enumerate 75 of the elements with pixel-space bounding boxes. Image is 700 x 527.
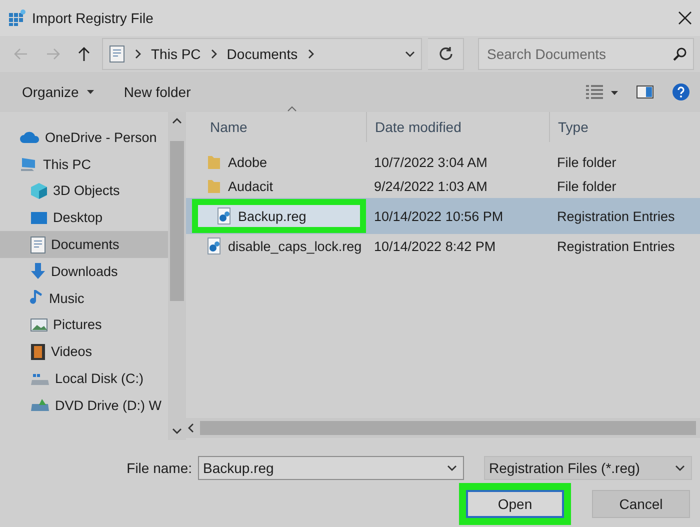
caret-icon [86, 90, 94, 94]
file-row[interactable]: Audacit 9/24/2022 1:03 AM File folder [186, 174, 700, 198]
organize-button[interactable]: Organize [22, 82, 94, 102]
sidebar-item[interactable]: Local Disk (C:) [0, 365, 168, 392]
cancel-button[interactable]: Cancel [592, 490, 690, 518]
sidebar-item[interactable]: Pictures [0, 312, 168, 338]
date-cell-text: 10/14/2022 10:56 PM [373, 208, 504, 224]
document-icon [109, 45, 125, 63]
picture-icon [30, 318, 48, 332]
dropdown-icon [405, 49, 415, 59]
column-header[interactable]: Name [186, 119, 366, 135]
breadcrumb-item[interactable]: Documents [226, 46, 298, 62]
sidebar-item[interactable]: DVD Drive (D:) W [0, 392, 168, 419]
file-row[interactable]: Backup.reg 10/14/2022 10:56 PM Registration Entries [186, 198, 700, 234]
type-cell-text: File folder [556, 154, 618, 170]
dropdown-icon [675, 463, 685, 473]
date-cell-text: 10/7/2022 3:04 AM [373, 154, 488, 170]
file-name: Adobe [228, 154, 268, 170]
search-box[interactable]: Search Documents [478, 38, 694, 70]
scroll-left-icon [186, 423, 196, 433]
cloud-icon [20, 130, 40, 144]
preview-pane-icon[interactable] [636, 85, 654, 99]
search-field[interactable]: Search Documents [485, 45, 673, 63]
sidebar-item[interactable]: Downloads [0, 258, 168, 285]
sidebar-item[interactable]: OneDrive - Person [0, 124, 168, 151]
sidebar-item[interactable]: 3D Objects [0, 178, 168, 204]
folder-icon [206, 154, 222, 170]
close-icon[interactable] [678, 11, 692, 25]
scroll-down-icon [172, 426, 182, 436]
file-name-field[interactable]: Backup.reg [198, 456, 464, 480]
search-icon[interactable] [673, 47, 687, 61]
window-title: Import Registry File [32, 10, 154, 26]
address-bar[interactable]: This PC Documents [102, 38, 422, 70]
dropdown-icon [447, 463, 457, 473]
sidebar-item[interactable]: Videos [0, 338, 168, 366]
document-icon [30, 236, 46, 254]
column-header[interactable]: Type [549, 112, 700, 142]
date-cell-text: 10/14/2022 8:42 PM [373, 238, 497, 254]
scroll-up-icon [172, 116, 182, 126]
chevron-icon [306, 49, 316, 59]
column-header[interactable]: Date modified [366, 112, 549, 142]
sidebar-item[interactable]: Music [0, 284, 168, 312]
type-cell-text: Registration Entries [556, 208, 676, 224]
film-icon [30, 342, 46, 361]
disc-drive-icon [30, 398, 50, 412]
file-row[interactable]: Adobe 10/7/2022 3:04 AM File folder [186, 150, 700, 174]
new-folder-button[interactable]: New folder [124, 82, 191, 102]
drive-icon [30, 372, 50, 386]
file-name: disable_caps_lock.reg [228, 238, 362, 254]
type-cell-text: Registration Entries [556, 238, 676, 254]
refresh-button[interactable] [428, 38, 464, 70]
download-arrow-icon [30, 262, 46, 280]
breadcrumb-item[interactable]: This PC [151, 46, 201, 62]
desktop-icon [30, 210, 48, 226]
chevron-icon [133, 49, 143, 59]
date-cell-text: 9/24/2022 1:03 AM [373, 178, 488, 194]
registry-file-icon [206, 237, 222, 255]
cube-icon [30, 182, 48, 200]
sidebar-item[interactable]: Documents [0, 231, 168, 258]
registry-app-icon [8, 9, 26, 27]
sidebar-item[interactable]: This PC [0, 150, 168, 178]
folder-icon [206, 178, 222, 194]
type-cell-text: File folder [556, 178, 618, 194]
chevron-icon [208, 49, 219, 59]
refresh-icon[interactable] [438, 46, 454, 62]
computer-icon [20, 156, 38, 172]
sidebar-item[interactable]: Desktop [0, 204, 168, 232]
view-options-icon[interactable] [586, 84, 618, 100]
field-label: File name: [126, 460, 192, 476]
help-icon[interactable] [672, 83, 690, 101]
file-name: Backup.reg [238, 208, 306, 224]
file-row[interactable]: disable_caps_lock.reg 10/14/2022 8:42 PM Registration Entries [186, 234, 700, 258]
file-type-dropdown[interactable]: Registration Files (*.reg) [484, 456, 692, 480]
file-name: Audacit [228, 178, 274, 194]
registry-file-icon [216, 207, 232, 225]
